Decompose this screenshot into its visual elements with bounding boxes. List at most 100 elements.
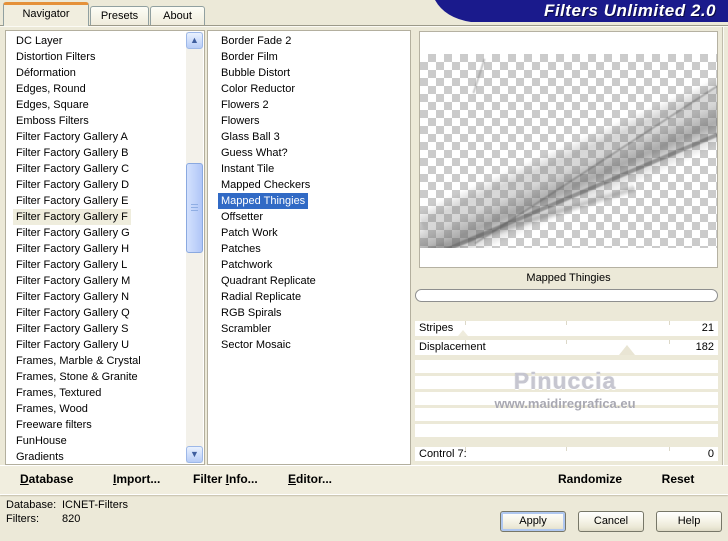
filter-list-item[interactable]: Scrambler bbox=[208, 321, 410, 337]
database-button[interactable]: Database bbox=[20, 466, 73, 493]
filter-list-item[interactable]: Border Fade 2 bbox=[208, 33, 410, 49]
status-filters-label: Filters: bbox=[6, 513, 39, 525]
category-list-item[interactable]: Frames, Stone & Granite bbox=[6, 369, 204, 385]
slider-stripes-label: Stripes bbox=[419, 322, 454, 334]
slider-control7[interactable]: Control 7: 0 bbox=[415, 447, 718, 461]
filter-list-item[interactable]: Guess What? bbox=[208, 145, 410, 161]
preview-ribbon-darkline bbox=[420, 80, 717, 248]
title-band: Filters Unlimited 2.0 bbox=[435, 0, 728, 22]
category-list-item[interactable]: Filter Factory Gallery A bbox=[6, 129, 204, 145]
category-list-item[interactable]: Frames, Marble & Crystal bbox=[6, 353, 204, 369]
filter-list-item[interactable]: Patch Work bbox=[208, 225, 410, 241]
randomize-button[interactable]: Randomize bbox=[540, 466, 640, 493]
category-list-item[interactable]: Filter Factory Gallery H bbox=[6, 241, 204, 257]
slider-row-empty bbox=[415, 392, 718, 405]
category-list-item[interactable]: Filter Factory Gallery G bbox=[6, 225, 204, 241]
category-rows: DC Layer Distortion Filters Déformation Edg… bbox=[6, 33, 204, 464]
scroll-down-icon[interactable]: ▼ bbox=[186, 446, 203, 463]
category-list-item[interactable]: Emboss Filters bbox=[6, 113, 204, 129]
category-list-item[interactable]: FunHouse bbox=[6, 433, 204, 449]
category-list-item[interactable]: Filter Factory Gallery S bbox=[6, 321, 204, 337]
import-button[interactable]: Import... bbox=[113, 466, 160, 493]
progress-bar bbox=[415, 289, 718, 302]
preview-transparency-checker bbox=[420, 54, 717, 248]
scrollbar-thumb[interactable] bbox=[186, 163, 203, 253]
apply-button[interactable]: Apply bbox=[500, 511, 566, 532]
app-title: Filters Unlimited 2.0 bbox=[543, 1, 716, 20]
filter-list-item[interactable]: Offsetter bbox=[208, 209, 410, 225]
filter-list-item[interactable]: RGB Spirals bbox=[208, 305, 410, 321]
panel-right-edge bbox=[722, 26, 723, 495]
filter-list-item[interactable]: Bubble Distort bbox=[208, 65, 410, 81]
category-list-item[interactable]: Filter Factory Gallery D bbox=[6, 177, 204, 193]
filter-list-item[interactable]: Sector Mosaic bbox=[208, 337, 410, 353]
slider-stripes-value: 21 bbox=[701, 322, 714, 334]
tab-navigator[interactable]: Navigator bbox=[3, 2, 89, 26]
preview-ribbon-upper bbox=[420, 54, 717, 235]
scroll-up-icon[interactable]: ▲ bbox=[186, 32, 203, 49]
filter-listbox: Border Fade 2 Border Film Bubble Distort Co… bbox=[207, 30, 411, 465]
filter-list-item[interactable]: Mapped Checkers bbox=[208, 177, 410, 193]
filter-list-item[interactable]: Instant Tile bbox=[208, 161, 410, 177]
category-list-item[interactable]: Filter Factory Gallery L bbox=[6, 257, 204, 273]
filter-list-item[interactable]: Radial Replicate bbox=[208, 289, 410, 305]
category-list-item[interactable]: Déformation bbox=[6, 65, 204, 81]
tab-about[interactable]: About bbox=[150, 6, 205, 25]
slider-displacement-label: Displacement bbox=[419, 341, 486, 353]
category-list-item[interactable]: Gradients bbox=[6, 449, 204, 464]
preview-ribbon-low bbox=[420, 183, 636, 248]
category-list-item[interactable]: Filter Factory Gallery U bbox=[6, 337, 204, 353]
category-list-item[interactable]: DC Layer bbox=[6, 33, 204, 49]
filter-list-item[interactable]: Patches bbox=[208, 241, 410, 257]
slider-control7-label: Control 7: bbox=[419, 448, 467, 460]
preview-pane bbox=[419, 31, 718, 268]
category-list-item[interactable]: Filter Factory Gallery M bbox=[6, 273, 204, 289]
category-list-item[interactable]: Distortion Filters bbox=[6, 49, 204, 65]
filter-info-button[interactable]: Filter Info... bbox=[193, 466, 258, 493]
filter-rows: Border Fade 2 Border Film Bubble Distort Co… bbox=[208, 33, 410, 353]
category-list-item[interactable]: Frames, Textured bbox=[6, 385, 204, 401]
category-listbox: DC Layer Distortion Filters Déformation Edg… bbox=[5, 30, 205, 465]
slider-stripes[interactable]: Stripes 21 bbox=[415, 321, 718, 336]
tab-presets[interactable]: Presets bbox=[90, 6, 149, 25]
slider-displacement[interactable]: Displacement 182 bbox=[415, 340, 718, 355]
filter-caption: Mapped Thingies bbox=[526, 272, 611, 284]
tab-page-divider bbox=[0, 25, 728, 26]
cancel-button[interactable]: Cancel bbox=[578, 511, 644, 532]
slider-displacement-thumb[interactable] bbox=[619, 345, 636, 355]
toolbar-strip: Database Import... Filter Info... Editor… bbox=[0, 465, 728, 494]
preview-ribbon-crossline bbox=[474, 73, 717, 245]
category-list-item[interactable]: Filter Factory Gallery B bbox=[6, 145, 204, 161]
category-list-item[interactable]: Frames, Wood bbox=[6, 401, 204, 417]
category-list-item[interactable]: Filter Factory Gallery C bbox=[6, 161, 204, 177]
help-button[interactable]: Help bbox=[656, 511, 722, 532]
status-filters: Filters: 820 bbox=[6, 513, 306, 526]
filter-list-item[interactable]: Flowers 2 bbox=[208, 97, 410, 113]
status-filters-value: 820 bbox=[62, 513, 81, 525]
category-list-item[interactable]: Edges, Square bbox=[6, 97, 204, 113]
category-list-item[interactable]: Edges, Round bbox=[6, 81, 204, 97]
filter-list-item[interactable]: Quadrant Replicate bbox=[208, 273, 410, 289]
category-list-item[interactable]: Filter Factory Gallery E bbox=[6, 193, 204, 209]
slider-row-empty bbox=[415, 360, 718, 373]
filter-list-item[interactable]: Patchwork bbox=[208, 257, 410, 273]
editor-button[interactable]: Editor... bbox=[288, 466, 332, 493]
status-database-label: Database: bbox=[6, 499, 57, 511]
slider-stripes-thumb[interactable] bbox=[458, 330, 469, 336]
filters-unlimited-dialog: Filters Unlimited 2.0 Navigator Presets … bbox=[0, 0, 728, 541]
filter-list-item[interactable]: Mapped Thingies bbox=[208, 193, 410, 209]
reset-button[interactable]: Reset bbox=[645, 466, 711, 493]
status-database: Database: ICNET-Filters bbox=[6, 499, 306, 512]
preview-scratch bbox=[472, 58, 486, 94]
category-list-item[interactable]: Filter Factory Gallery F bbox=[6, 209, 204, 225]
filter-list-item[interactable]: Glass Ball 3 bbox=[208, 129, 410, 145]
category-scrollbar[interactable]: ▲ ▼ bbox=[186, 32, 203, 463]
filter-list-item[interactable]: Color Reductor bbox=[208, 81, 410, 97]
category-list-item[interactable]: Filter Factory Gallery Q bbox=[6, 305, 204, 321]
category-list-item[interactable]: Filter Factory Gallery N bbox=[6, 289, 204, 305]
filter-list-item[interactable]: Border Film bbox=[208, 49, 410, 65]
slider-displacement-value: 182 bbox=[695, 341, 714, 353]
slider-row-empty bbox=[415, 376, 718, 389]
category-list-item[interactable]: Freeware filters bbox=[6, 417, 204, 433]
filter-list-item[interactable]: Flowers bbox=[208, 113, 410, 129]
